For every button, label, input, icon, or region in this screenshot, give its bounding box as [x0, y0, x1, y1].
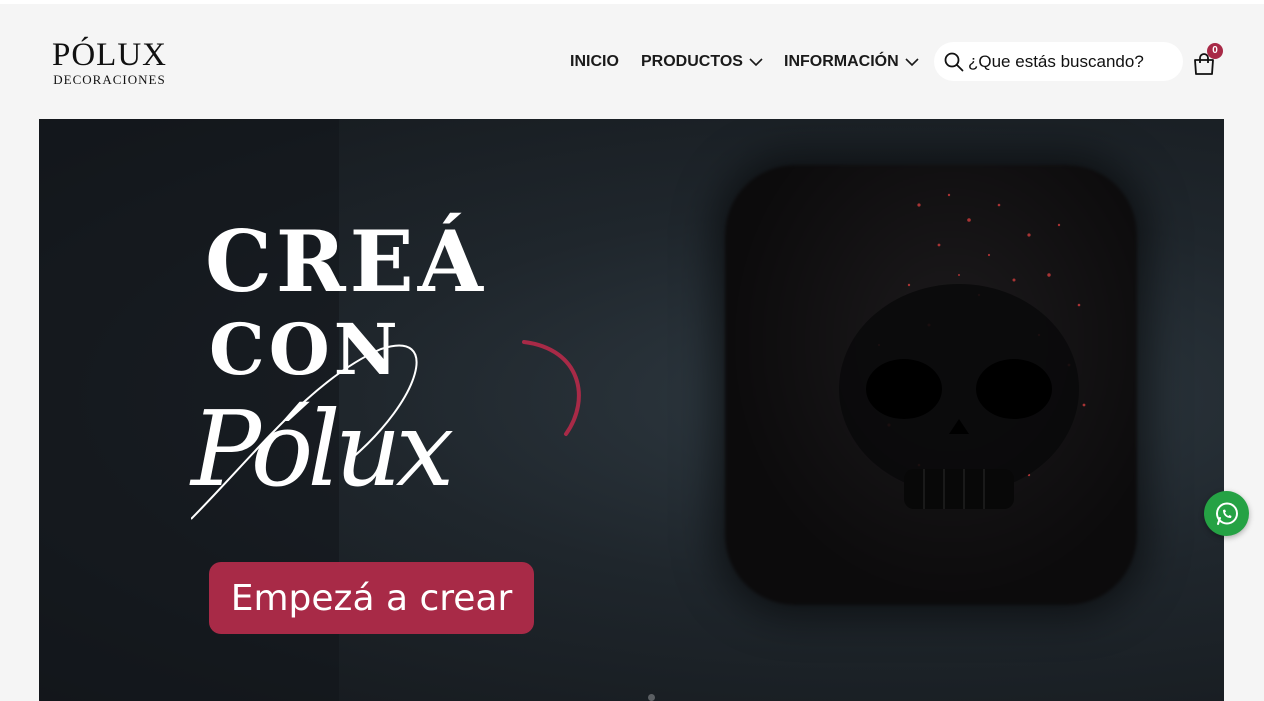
hero-script-word: Pólux	[191, 388, 454, 510]
main-nav: INICIO	[570, 51, 619, 73]
main-nav-informacion: INFORMACIÓN	[784, 51, 919, 73]
search-input[interactable]	[968, 51, 1168, 72]
hero-title-line1: CREÁ	[205, 212, 487, 311]
hero-banner[interactable]: CREÁ CON Pólux Empezá a crear	[39, 119, 1224, 701]
whatsapp-button[interactable]	[1204, 491, 1249, 536]
search-bar[interactable]	[934, 42, 1183, 81]
nav-item-productos[interactable]: PRODUCTOS	[641, 53, 763, 71]
brand-subtitle: Decoraciones	[53, 72, 166, 87]
brand-title: PÓLUX	[51, 37, 167, 73]
chevron-down-icon	[749, 57, 763, 66]
nav-item-label: PRODUCTOS	[641, 53, 743, 70]
brand-logo[interactable]: PÓLUX Decoraciones	[47, 37, 172, 88]
slide-indicator-dot[interactable]	[648, 694, 655, 701]
nav-item-informacion[interactable]: INFORMACIÓN	[784, 53, 919, 71]
main-nav-productos: PRODUCTOS	[641, 51, 763, 73]
nav-item-inicio[interactable]: INICIO	[570, 53, 619, 71]
nav-item-label: INFORMACIÓN	[784, 53, 899, 70]
whatsapp-icon	[1215, 502, 1238, 525]
skull-icon	[839, 284, 1079, 509]
nav-item-label: INICIO	[570, 53, 619, 70]
cart-count-badge: 0	[1207, 43, 1223, 59]
search-icon[interactable]	[944, 52, 964, 72]
chevron-down-icon	[905, 57, 919, 66]
start-creating-button[interactable]: Empezá a crear	[209, 562, 534, 634]
